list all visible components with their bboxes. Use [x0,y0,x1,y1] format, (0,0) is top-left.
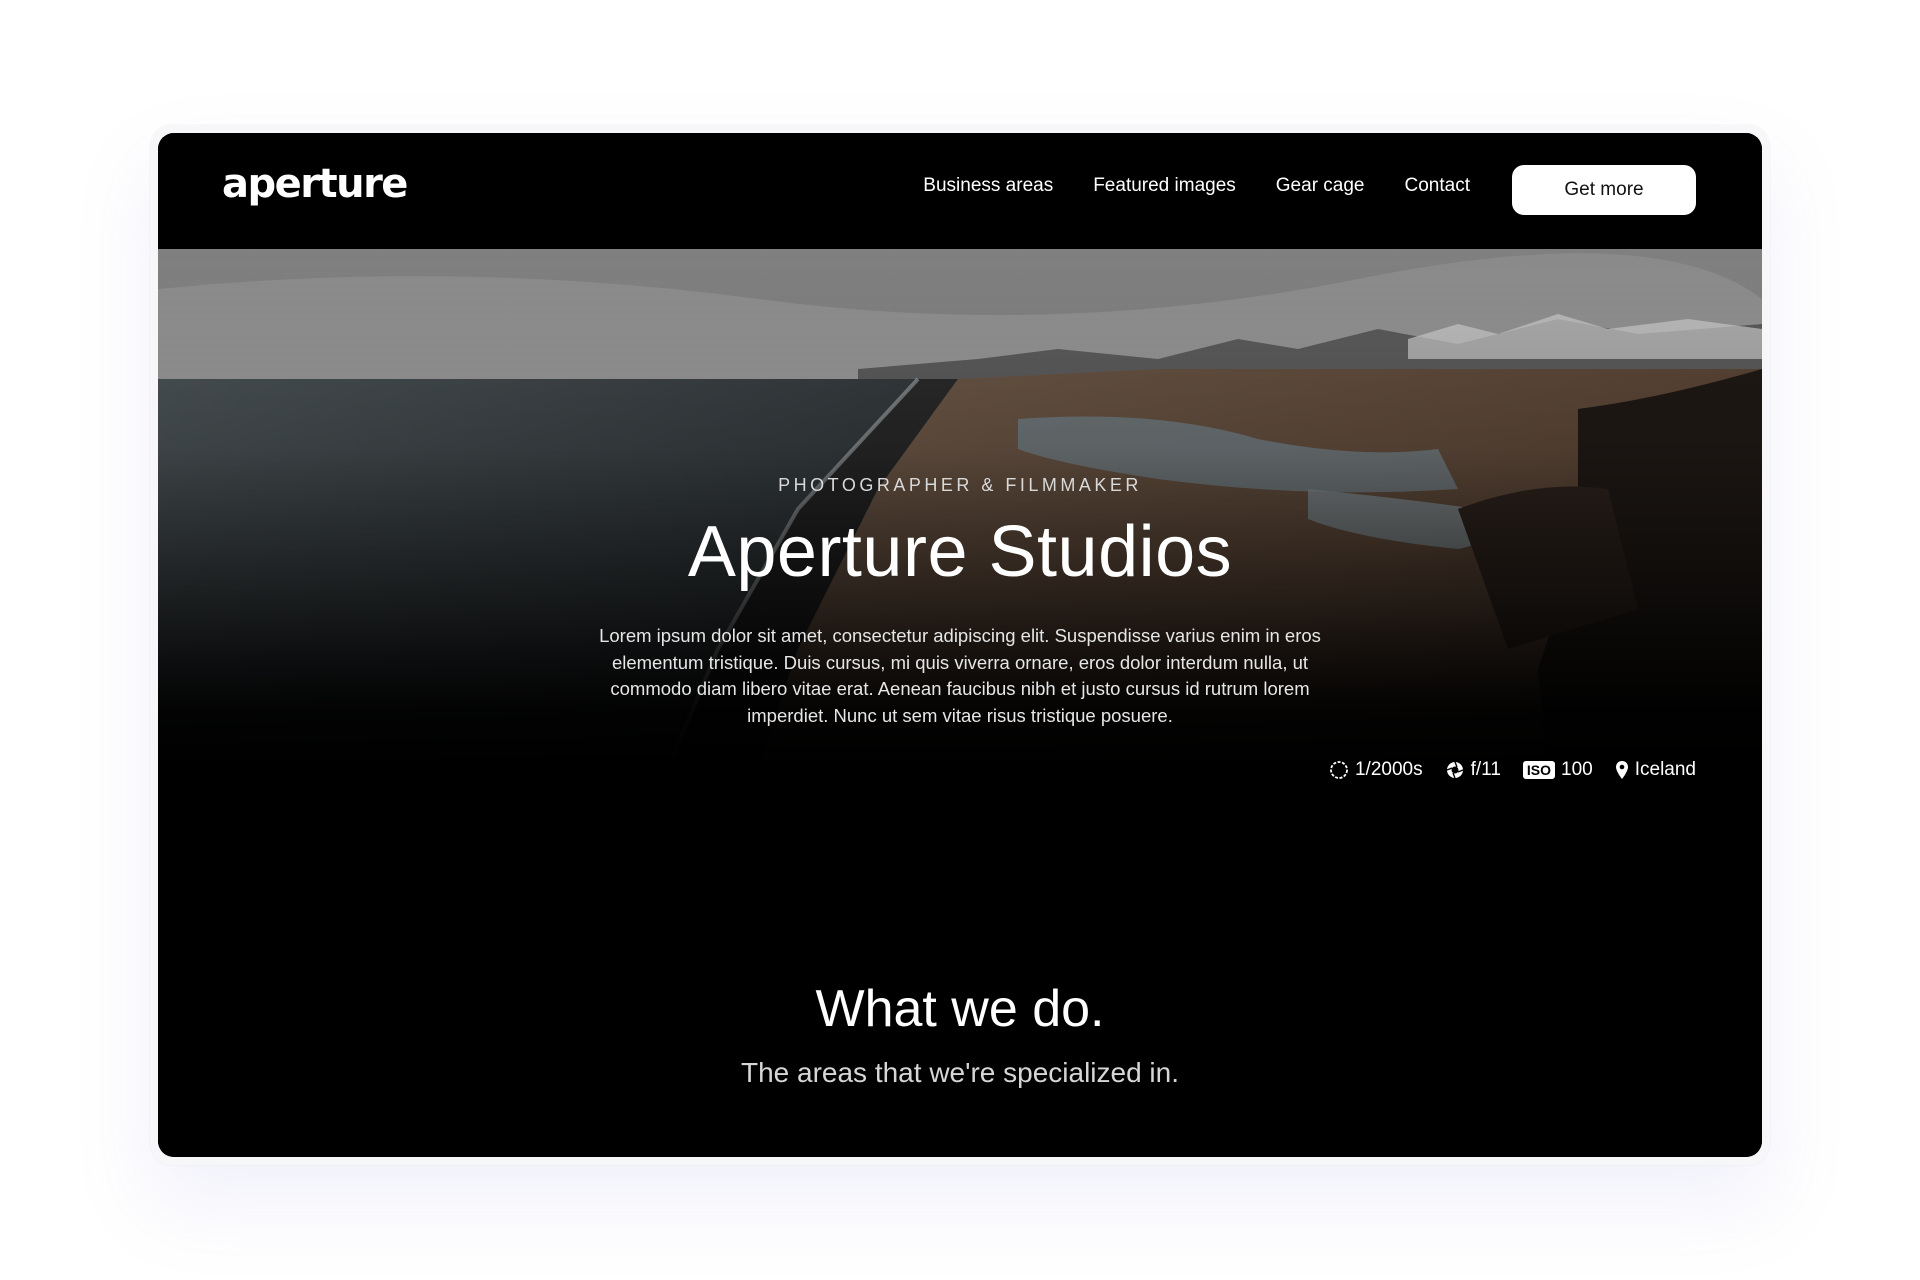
get-more-button[interactable]: Get more [1512,165,1696,215]
hero-description: Lorem ipsum dolor sit amet, consectetur … [599,625,1321,726]
shutter-circle-icon [1330,761,1348,779]
nav-link-gear-cage[interactable]: Gear cage [1276,175,1365,197]
meta-aperture: f/11 [1445,759,1501,781]
meta-iso: ISO 100 [1522,759,1593,781]
iso-badge-icon: ISO [1522,761,1556,779]
meta-shutter-value: 1/2000s [1354,759,1423,780]
meta-location: Iceland [1615,759,1696,781]
nav-links: Business areas Featured images Gear cage… [923,175,1470,197]
website-window: aperture Business areas Featured images … [158,133,1762,1157]
hero-title: Aperture Studios [687,512,1233,592]
meta-iso-value: 100 [1561,759,1593,780]
page-canvas: aperture Business areas Featured images … [0,0,1920,1280]
meta-shutter: 1/2000s [1329,759,1423,781]
section-title: What we do. [815,980,1105,1038]
aperture-logo[interactable]: aperture [222,161,408,207]
aperture-icon [1446,761,1463,779]
nav-link-featured-images[interactable]: Featured images [1093,175,1236,197]
nav-link-contact[interactable]: Contact [1405,175,1470,197]
hero-section: PHOTOGRAPHER & FILMMAKER Aperture Studio… [158,249,1762,1157]
top-navigation: aperture Business areas Featured images … [158,133,1762,250]
photo-metadata: 1/2000s f/11 ISO 100 Iceland [1329,759,1696,781]
nav-link-business-areas[interactable]: Business areas [923,175,1053,197]
meta-aperture-value: f/11 [1470,759,1501,780]
hero-kicker: PHOTOGRAPHER & FILMMAKER [778,475,1142,495]
section-subtitle: The areas that we're specialized in. [740,1057,1180,1088]
map-pin-icon [1615,761,1628,779]
meta-location-value: Iceland [1634,759,1696,780]
